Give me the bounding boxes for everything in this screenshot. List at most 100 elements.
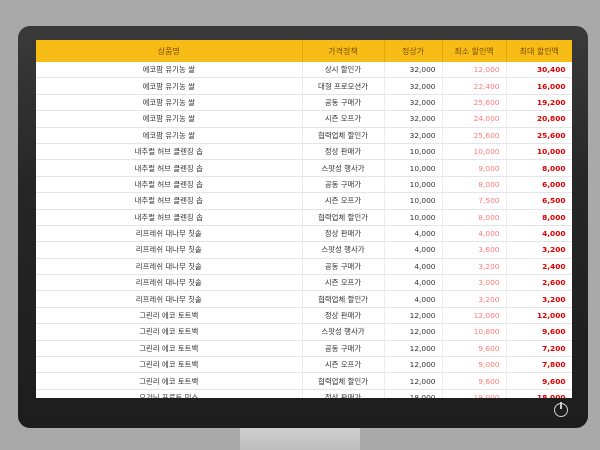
monitor-screen: 상품명 가격정책 정상가 최소 할인액 최대 할인액 에코팜 유기농 쌀 상시 할… xyxy=(36,40,572,398)
cell-product: 리프레쉬 대나무 칫솔 xyxy=(36,258,303,276)
column-header-policy[interactable]: 가격정책 xyxy=(302,40,385,62)
cell-min-discount: 25,600 xyxy=(442,127,507,144)
cell-policy: 시즌 오프가 xyxy=(302,110,385,128)
column-header-max-discount[interactable]: 최대 할인액 xyxy=(506,40,572,62)
cell-product: 그린리 에코 토트백 xyxy=(36,307,303,325)
cell-policy: 시즌 오프가 xyxy=(302,274,385,292)
table-row[interactable]: 그린리 에코 토트백 협력업체 할인가 12,000 9,600 9,600 xyxy=(36,372,572,390)
cell-policy: 스팟성 행사가 xyxy=(302,241,385,259)
column-header-product[interactable]: 상품명 xyxy=(36,40,303,62)
table-row[interactable]: 에코팜 유기농 쌀 공동 구매가 32,000 25,600 19,200 xyxy=(36,94,572,112)
cell-price: 12,000 xyxy=(384,340,443,358)
cell-max-discount: 18,000 xyxy=(506,389,572,398)
cell-product: 리프레쉬 대나무 칫솔 xyxy=(36,290,303,308)
table-row[interactable]: 내추럴 허브 클렌징 솝 공동 구매가 10,000 8,000 6,000 xyxy=(36,176,572,194)
table-row[interactable]: 에코팜 유기농 쌀 협력업체 할인가 32,000 25,600 25,600 xyxy=(36,127,572,144)
cell-min-discount: 25,600 xyxy=(442,94,507,112)
table-row[interactable]: 내추럴 허브 클렌징 솝 협력업체 할인가 10,000 8,000 8,000 xyxy=(36,209,572,226)
cell-policy: 공동 구매가 xyxy=(302,340,385,358)
cell-policy: 상시 할인가 xyxy=(302,62,385,79)
cell-max-discount: 9,600 xyxy=(506,372,572,390)
cell-product: 에코팜 유기농 쌀 xyxy=(36,77,303,95)
cell-min-discount: 10,800 xyxy=(442,323,507,341)
cell-min-discount: 3,000 xyxy=(442,274,507,292)
table-row[interactable]: 에코팜 유기농 쌀 시즌 오프가 32,000 24,000 20,800 xyxy=(36,110,572,128)
table-row[interactable]: 리프레쉬 대나무 칫솔 스팟성 행사가 4,000 3,600 3,200 xyxy=(36,241,572,259)
table-row[interactable]: 리프레쉬 대나무 칫솔 시즌 오프가 4,000 3,000 2,600 xyxy=(36,274,572,292)
table-row[interactable]: 내추럴 허브 클렌징 솝 스팟성 행사가 10,000 9,000 8,000 xyxy=(36,159,572,177)
cell-price: 10,000 xyxy=(384,159,443,177)
table-row[interactable]: 리프레쉬 대나무 칫솔 정상 판매가 4,000 4,000 4,000 xyxy=(36,225,572,243)
cell-min-discount: 3,200 xyxy=(442,290,507,308)
table-row[interactable]: 그린리 에코 토트백 시즌 오프가 12,000 9,000 7,800 xyxy=(36,356,572,374)
monitor-stand xyxy=(240,428,360,450)
cell-product: 내추럴 허브 클렌징 솝 xyxy=(36,176,303,194)
cell-price: 10,000 xyxy=(384,192,443,210)
column-header-min-discount[interactable]: 최소 할인액 xyxy=(442,40,507,62)
cell-product: 리프레쉬 대나무 칫솔 xyxy=(36,241,303,259)
cell-policy: 정상 판매가 xyxy=(302,307,385,325)
cell-policy: 공동 구매가 xyxy=(302,176,385,194)
cell-max-discount: 4,000 xyxy=(506,225,572,243)
table-row[interactable]: 리프레쉬 대나무 칫솔 협력업체 할인가 4,000 3,200 3,200 xyxy=(36,290,572,308)
cell-min-discount: 8,000 xyxy=(442,209,507,226)
cell-policy: 협력업체 할인가 xyxy=(302,290,385,308)
table-row[interactable]: 리프레쉬 대나무 칫솔 공동 구매가 4,000 3,200 2,400 xyxy=(36,258,572,276)
cell-product: 그린리 에코 토트백 xyxy=(36,372,303,390)
cell-min-discount: 9,600 xyxy=(442,372,507,390)
table-row[interactable]: 오가닉 프루트 믹스 정상 판매가 18,000 18,000 18,000 xyxy=(36,389,572,398)
cell-product: 그린리 에코 토트백 xyxy=(36,356,303,374)
table-row[interactable]: 그린리 에코 토트백 정상 판매가 12,000 12,000 12,000 xyxy=(36,307,572,325)
cell-min-discount: 9,600 xyxy=(442,340,507,358)
pricing-table: 상품명 가격정책 정상가 최소 할인액 최대 할인액 에코팜 유기농 쌀 상시 할… xyxy=(36,40,572,398)
cell-price: 4,000 xyxy=(384,258,443,276)
cell-min-discount: 24,000 xyxy=(442,110,507,128)
cell-policy: 협력업체 할인가 xyxy=(302,127,385,144)
cell-policy: 시즌 오프가 xyxy=(302,192,385,210)
cell-policy: 협력업체 할인가 xyxy=(302,209,385,226)
cell-min-discount: 4,000 xyxy=(442,225,507,243)
cell-min-discount: 8,000 xyxy=(442,176,507,194)
table-row[interactable]: 그린리 에코 토트백 공동 구매가 12,000 9,600 7,200 xyxy=(36,340,572,358)
cell-max-discount: 3,200 xyxy=(506,290,572,308)
table-row[interactable]: 에코팜 유기농 쌀 상시 할인가 32,000 12,000 30,400 xyxy=(36,62,572,79)
cell-price: 32,000 xyxy=(384,94,443,112)
cell-min-discount: 18,000 xyxy=(442,389,507,398)
cell-price: 10,000 xyxy=(384,143,443,161)
cell-max-discount: 12,000 xyxy=(506,307,572,325)
cell-price: 32,000 xyxy=(384,77,443,95)
cell-policy: 스팟성 행사가 xyxy=(302,159,385,177)
cell-min-discount: 12,000 xyxy=(442,307,507,325)
table-row[interactable]: 내추럴 허브 클렌징 솝 정상 판매가 10,000 10,000 10,000 xyxy=(36,143,572,161)
table-row[interactable]: 그린리 에코 토트백 스팟성 행사가 12,000 10,800 9,600 xyxy=(36,323,572,341)
cell-product: 에코팜 유기농 쌀 xyxy=(36,127,303,144)
cell-max-discount: 8,000 xyxy=(506,209,572,226)
cell-policy: 공동 구매가 xyxy=(302,258,385,276)
cell-policy: 정상 판매가 xyxy=(302,389,385,398)
power-icon[interactable] xyxy=(554,402,568,417)
cell-price: 4,000 xyxy=(384,290,443,308)
cell-price: 12,000 xyxy=(384,356,443,374)
cell-policy: 시즌 오프가 xyxy=(302,356,385,374)
cell-min-discount: 3,600 xyxy=(442,241,507,259)
table-row[interactable]: 내추럴 허브 클렌징 솝 시즌 오프가 10,000 7,500 6,500 xyxy=(36,192,572,210)
cell-product: 리프레쉬 대나무 칫솔 xyxy=(36,225,303,243)
cell-product: 내추럴 허브 클렌징 솝 xyxy=(36,209,303,226)
cell-product: 에코팜 유기농 쌀 xyxy=(36,94,303,112)
cell-policy: 스팟성 행사가 xyxy=(302,323,385,341)
cell-min-discount: 9,000 xyxy=(442,159,507,177)
cell-price: 32,000 xyxy=(384,127,443,144)
cell-min-discount: 9,000 xyxy=(442,356,507,374)
cell-product: 그린리 에코 토트백 xyxy=(36,323,303,341)
cell-min-discount: 22,400 xyxy=(442,77,507,95)
table-row[interactable]: 에코팜 유기농 쌀 대형 프로모션가 32,000 22,400 16,000 xyxy=(36,77,572,95)
cell-product: 내추럴 허브 클렌징 솝 xyxy=(36,159,303,177)
cell-max-discount: 7,800 xyxy=(506,356,572,374)
column-header-price[interactable]: 정상가 xyxy=(384,40,443,62)
cell-price: 4,000 xyxy=(384,241,443,259)
cell-price: 18,000 xyxy=(384,389,443,398)
cell-policy: 정상 판매가 xyxy=(302,143,385,161)
cell-max-discount: 16,000 xyxy=(506,77,572,95)
cell-policy: 정상 판매가 xyxy=(302,225,385,243)
cell-product: 에코팜 유기농 쌀 xyxy=(36,62,303,79)
